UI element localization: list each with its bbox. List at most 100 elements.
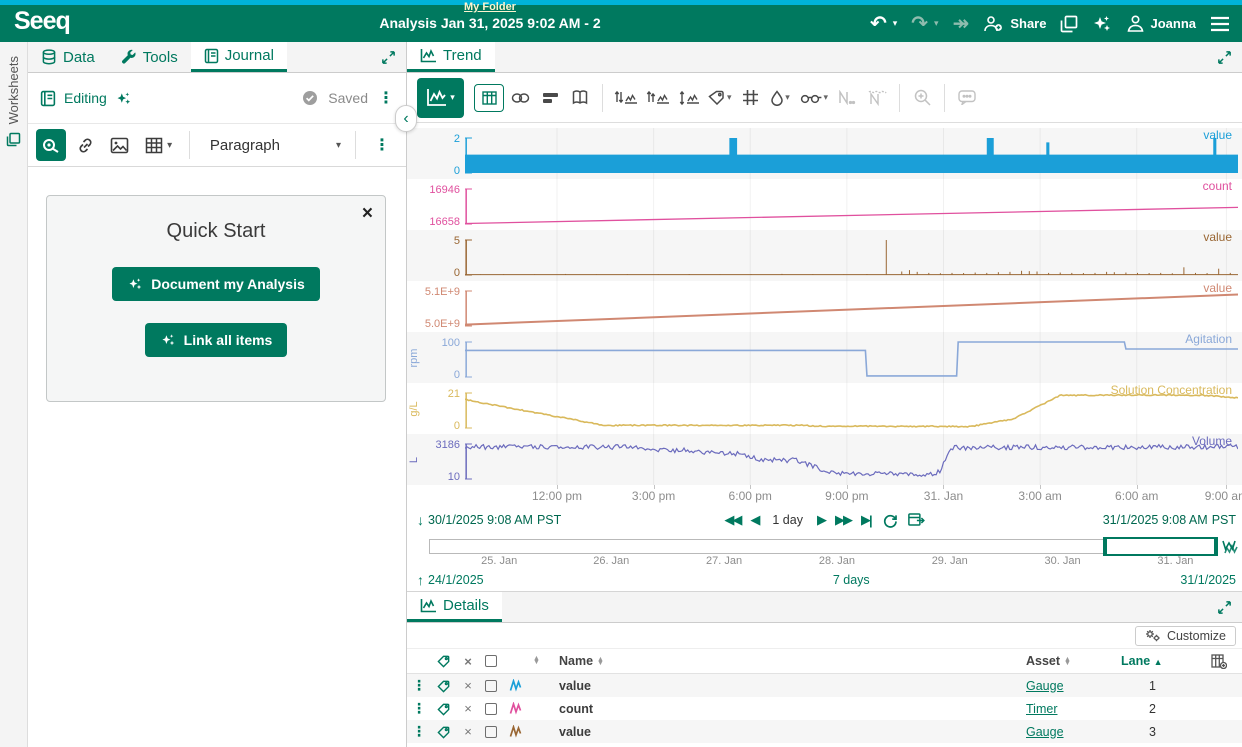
trend-lane-1[interactable]: 20 value — [407, 128, 1242, 179]
item-name[interactable]: count — [559, 702, 1026, 716]
trend-lane-5[interactable]: rpm1000Agitation — [407, 332, 1242, 383]
column-asset-header[interactable]: Asset▲▼ — [1026, 654, 1121, 668]
trend-lane-7[interactable]: L318610 Volume — [407, 434, 1242, 485]
hamburger-menu-button[interactable] — [1210, 16, 1230, 32]
annotations-button[interactable] — [953, 82, 981, 114]
lane-axis[interactable]: 20 — [407, 128, 465, 179]
lane-axis[interactable]: 50 — [407, 230, 465, 281]
copy-range-button[interactable] — [908, 512, 925, 528]
one-lane-button[interactable] — [611, 82, 641, 114]
lane-plot[interactable]: Agitation — [465, 332, 1238, 383]
lane-axis[interactable]: rpm1000 — [407, 332, 465, 383]
trend-lane-4[interactable]: 5.1E+95.0E+9value — [407, 281, 1242, 332]
journal-sparkles-icon[interactable] — [115, 90, 132, 107]
step-back-button[interactable]: ◀ — [750, 512, 758, 528]
lane-plot[interactable]: value — [465, 281, 1238, 332]
dimming-dropdown-button[interactable]: ▾ — [767, 82, 795, 114]
one-axis-button[interactable] — [643, 82, 673, 114]
compare-view-button[interactable] — [566, 82, 594, 114]
row-checkbox[interactable] — [485, 726, 497, 738]
expand-journal-button[interactable] — [371, 42, 406, 72]
close-icon[interactable]: × — [362, 206, 373, 221]
trend-lane-6[interactable]: g/L210 Solution Concentration — [407, 383, 1242, 434]
row-checkbox[interactable] — [485, 680, 497, 692]
table-row[interactable]: ⋮×valueGauge3 — [407, 720, 1242, 743]
lane-axis[interactable]: 5.1E+95.0E+9 — [407, 281, 465, 332]
lane-plot[interactable]: value — [465, 128, 1238, 179]
signal-style-icon[interactable] — [503, 702, 529, 715]
asset-link[interactable]: Gauge — [1026, 725, 1121, 739]
trend-lane-3[interactable]: 50 value — [407, 230, 1242, 281]
remove-item-icon[interactable]: × — [457, 701, 479, 716]
tab-tools[interactable]: Tools — [108, 42, 191, 72]
display-range-start[interactable]: ↓ 30/1/2025 9:08 AM PST — [417, 512, 561, 528]
item-tag-icon[interactable] — [431, 679, 457, 693]
overview-strip[interactable] — [429, 539, 1218, 554]
ai-assistant-button[interactable] — [1092, 14, 1112, 34]
trend-lanes[interactable]: 20value1694616658count50value5.1E+95.0E+… — [407, 123, 1242, 485]
investigate-range-end[interactable]: 31/1/2025 — [1180, 573, 1236, 587]
lane-axis[interactable]: 1694616658 — [407, 179, 465, 230]
tab-journal[interactable]: Journal — [191, 42, 287, 72]
item-name[interactable]: value — [559, 725, 1026, 739]
share-button[interactable]: Share — [983, 15, 1046, 33]
series-label[interactable]: Solution Concentration — [1111, 383, 1232, 397]
series-label[interactable]: value — [1203, 230, 1232, 244]
column-lane-header[interactable]: Lane ▲ — [1121, 654, 1196, 668]
select-all-checkbox[interactable] — [485, 655, 497, 667]
asset-link[interactable]: Gauge — [1026, 679, 1121, 693]
tab-data[interactable]: Data — [28, 42, 108, 72]
derived-data-button[interactable] — [833, 82, 861, 114]
seeq-logo[interactable]: Seeq — [0, 7, 84, 40]
range-duration[interactable]: 1 day — [772, 513, 803, 527]
investigate-duration[interactable]: 7 days — [833, 573, 870, 587]
lane-plot[interactable]: value — [465, 230, 1238, 281]
redo-button[interactable]: ↷▾ — [911, 14, 938, 34]
expand-details-button[interactable] — [1207, 592, 1242, 622]
item-name[interactable]: value — [559, 679, 1026, 693]
lane-plot[interactable]: count — [465, 179, 1238, 230]
document-analysis-button[interactable]: Document my Analysis — [112, 267, 320, 301]
worksheets-rail[interactable]: Worksheets — [0, 42, 28, 747]
journal-menu-button[interactable]: ⋮ — [378, 88, 394, 108]
link-all-items-button[interactable]: Link all items — [145, 323, 288, 357]
signal-style-icon[interactable] — [503, 679, 529, 692]
item-tag-icon[interactable] — [431, 725, 457, 739]
remove-item-icon[interactable]: × — [457, 678, 479, 693]
capsule-time-button[interactable] — [536, 82, 564, 114]
signal-style-icon[interactable] — [503, 725, 529, 738]
series-label[interactable]: value — [1203, 128, 1232, 142]
row-menu-button[interactable]: ⋮ — [407, 677, 431, 694]
row-checkbox[interactable] — [485, 703, 497, 715]
step-to-end-button[interactable]: ▶| — [861, 512, 873, 528]
zoom-button[interactable] — [908, 82, 936, 114]
lane-plot[interactable]: Volume — [465, 434, 1238, 485]
row-menu-button[interactable]: ⋮ — [407, 723, 431, 740]
paragraph-style-dropdown[interactable]: Paragraph ▾ — [200, 137, 351, 154]
insert-link-button[interactable] — [70, 129, 100, 161]
lane-axis[interactable]: L318610 — [407, 434, 465, 485]
chain-view-button[interactable] — [506, 82, 534, 114]
sort-style-button[interactable]: ▲▼ — [533, 657, 559, 665]
auto-update-icon[interactable] — [1218, 540, 1242, 554]
refresh-button[interactable] — [883, 513, 898, 528]
table-row[interactable]: ⋮×countTimer2 — [407, 697, 1242, 720]
add-column-icon[interactable] — [1196, 654, 1242, 669]
seeq-annotate-button[interactable] — [36, 129, 66, 161]
table-row[interactable]: ⋮×valueGauge1 — [407, 674, 1242, 697]
customize-button[interactable]: Customize — [1135, 626, 1236, 646]
remove-all-icon[interactable]: × — [457, 654, 479, 669]
asset-link[interactable]: Timer — [1026, 702, 1121, 716]
format-more-button[interactable]: ⋮ — [366, 135, 398, 155]
display-range-table-button[interactable] — [474, 84, 504, 112]
lane-axis[interactable]: g/L210 — [407, 383, 465, 434]
trend-lane-2[interactable]: 1694616658count — [407, 179, 1242, 230]
forward-history-button[interactable]: ↠ — [953, 14, 970, 34]
lane-plot[interactable]: Solution Concentration — [465, 383, 1238, 434]
user-menu[interactable]: Joanna — [1126, 14, 1196, 33]
display-range-end[interactable]: 31/1/2025 9:08 AM PST — [1103, 513, 1236, 527]
series-label[interactable]: Volume — [1192, 434, 1232, 448]
step-back-much-button[interactable]: ◀◀ — [724, 512, 740, 528]
expand-trend-button[interactable] — [1207, 42, 1242, 72]
collapse-panel-button[interactable]: ‹ — [395, 105, 417, 132]
